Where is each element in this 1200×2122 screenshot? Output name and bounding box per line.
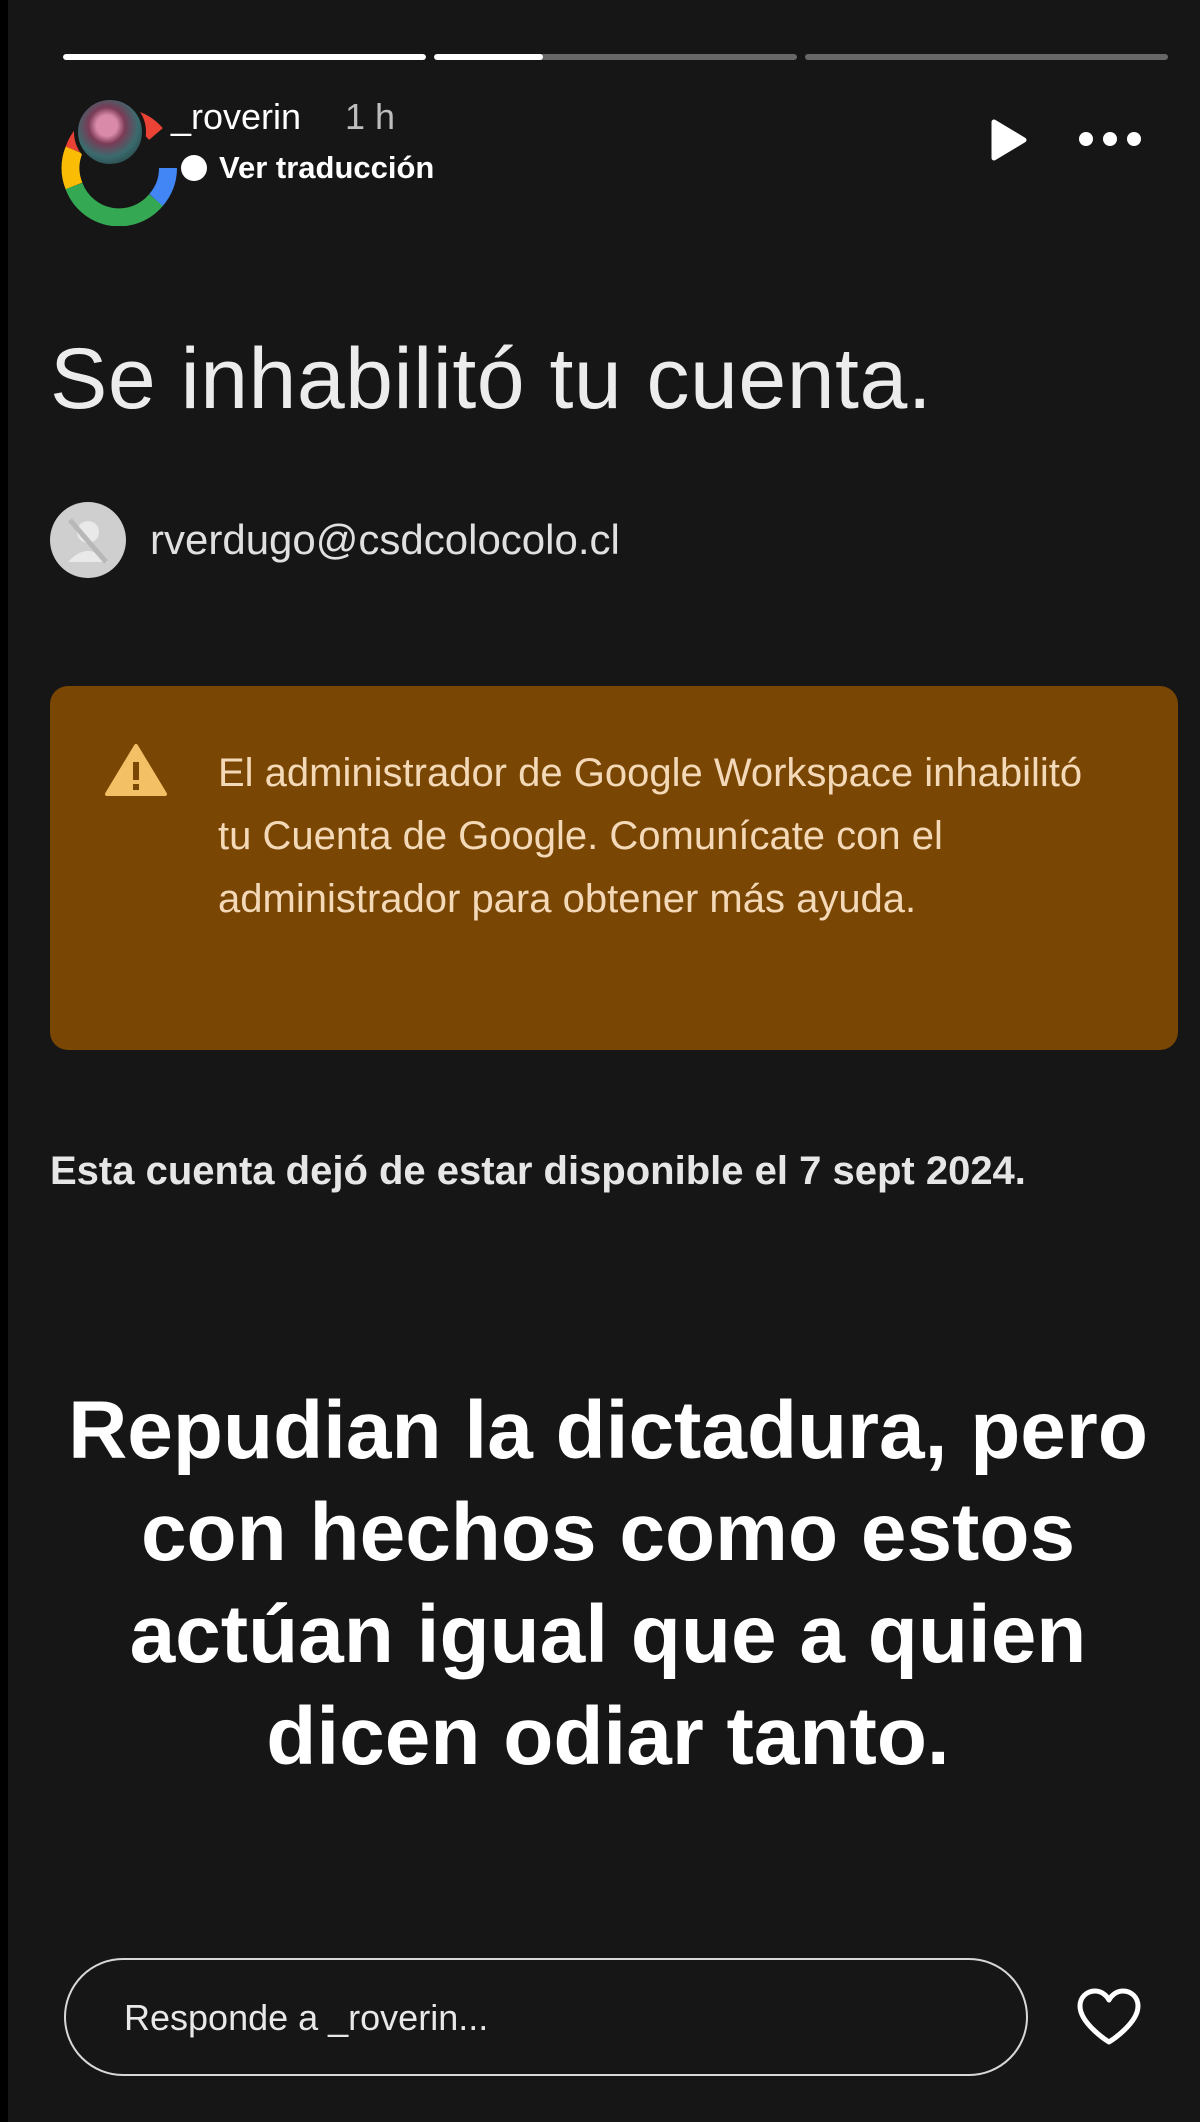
story-caption: Repudian la dictadura, pero con hechos c…: [68, 1385, 1148, 1782]
warning-icon: [105, 744, 167, 796]
translate-icon: [181, 155, 207, 181]
progress-segment: [63, 54, 426, 60]
more-options-icon[interactable]: [1078, 126, 1142, 152]
story-progress-bars: [63, 54, 1168, 60]
progress-segment: [434, 54, 797, 60]
story-viewer[interactable]: _roverin 1 h Ver traducción Se inhabilit…: [8, 0, 1200, 2122]
page-title: Se inhabilitó tu cuenta.: [50, 331, 933, 427]
story-username[interactable]: _roverin: [171, 96, 301, 138]
account-email: rverdugo@csdcolocolo.cl: [150, 516, 620, 563]
warning-text: El administrador de Google Workspace inh…: [218, 751, 1083, 921]
reply-input[interactable]: [122, 1960, 986, 2076]
progress-segment: [805, 54, 1168, 60]
unavailable-notice: Esta cuenta dejó de estar disponible el …: [50, 1149, 1026, 1193]
warning-banner: El administrador de Google Workspace inh…: [50, 686, 1178, 1050]
translate-label: Ver traducción: [219, 150, 435, 185]
avatar-photo: [74, 96, 146, 168]
translate-button[interactable]: Ver traducción: [181, 150, 434, 186]
play-icon[interactable]: [988, 118, 1028, 162]
story-time-ago: 1 h: [345, 96, 396, 137]
reply-field[interactable]: [64, 1958, 1028, 2076]
account-row: rverdugo@csdcolocolo.cl: [50, 502, 620, 578]
account-avatar-icon: [50, 502, 126, 578]
heart-icon[interactable]: [1076, 1988, 1142, 2046]
